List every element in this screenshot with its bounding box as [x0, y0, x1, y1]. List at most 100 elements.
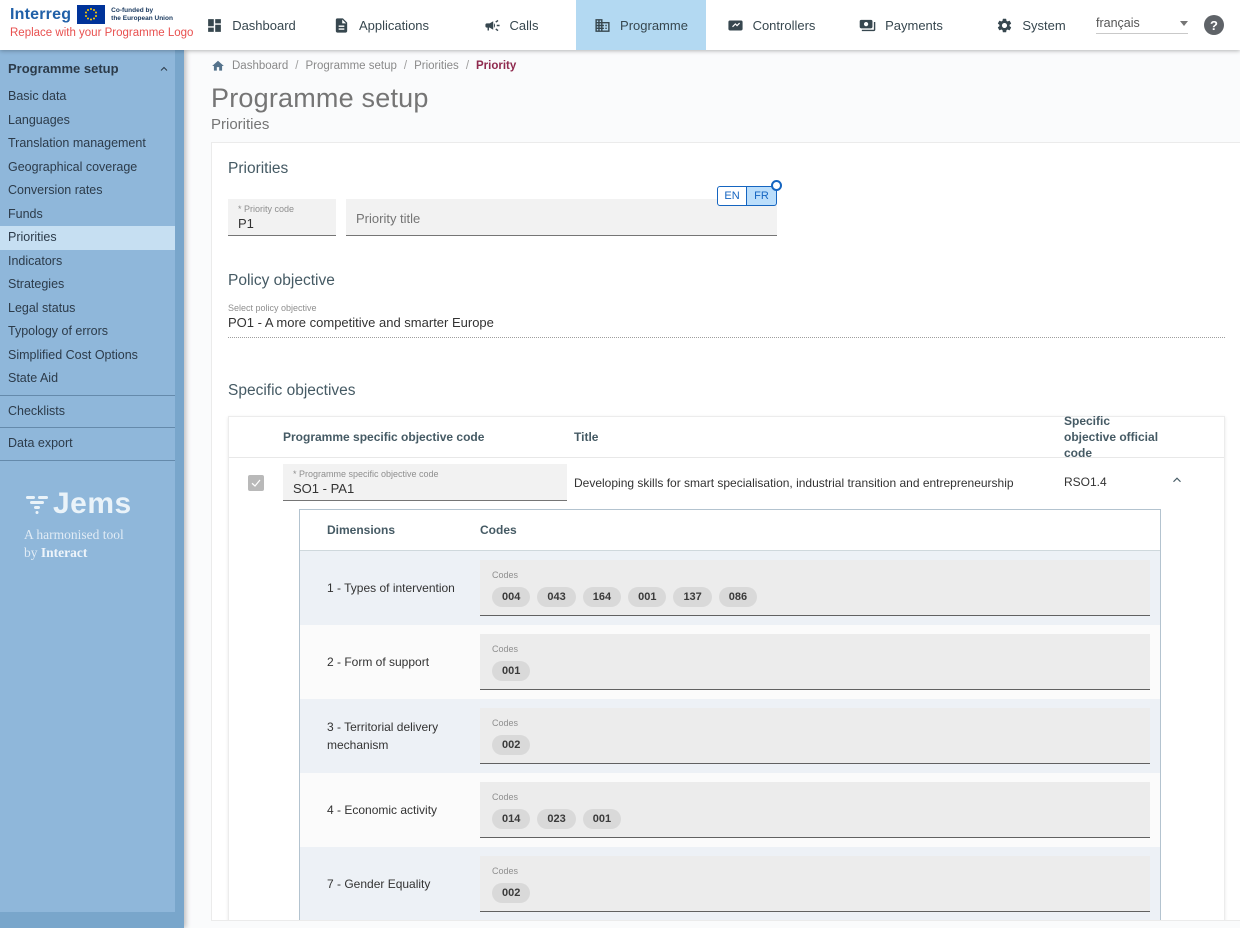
- programme-icon: [594, 17, 611, 34]
- sidebar-item-state-aid[interactable]: State Aid: [0, 367, 175, 391]
- nav-applications[interactable]: Applications: [316, 0, 446, 50]
- dimension-row-gender-equality: 7 - Gender Equality Codes 002: [300, 847, 1160, 921]
- sidebar-item-funds[interactable]: Funds: [0, 203, 175, 227]
- jems-logo: Jems A harmonised tool by Interact: [0, 487, 184, 564]
- codes-field: Codes 004 043 164 001 137 086: [480, 560, 1150, 616]
- toggle-en-button[interactable]: EN: [717, 186, 747, 206]
- page-subtitle: Priorities: [211, 116, 1240, 133]
- programme-logo: Interreg Co-funded by the European Union…: [0, 0, 186, 50]
- codes-field: Codes 014 023 001: [480, 782, 1150, 838]
- nav-controllers[interactable]: Controllers: [706, 0, 836, 50]
- policy-objective-label: Select policy objective: [228, 303, 1225, 313]
- jems-funnel-icon: [24, 491, 50, 517]
- sidebar-item-conversion-rates[interactable]: Conversion rates: [0, 179, 175, 203]
- sidebar-item-data-export[interactable]: Data export: [0, 427, 175, 461]
- objective-code-label: * Programme specific objective code: [293, 469, 557, 479]
- jems-tagline: A harmonised tool by Interact: [24, 526, 184, 564]
- code-chip: 023: [537, 809, 575, 829]
- specific-objectives-table-header: Programme specific objective code Title …: [229, 417, 1224, 458]
- nav-dashboard[interactable]: Dashboard: [186, 0, 316, 50]
- col-specific-objective-official-code: Specific objective official code: [1064, 413, 1164, 462]
- sidebar-item-checklists[interactable]: Checklists: [0, 395, 175, 424]
- nav-payments[interactable]: Payments: [836, 0, 966, 50]
- priority-form-card: Priorities EN FR * Priority code Policy …: [211, 142, 1240, 921]
- chevron-down-icon: [1180, 21, 1188, 26]
- controllers-icon: [727, 17, 744, 34]
- codes-field: Codes 001: [480, 634, 1150, 690]
- nav-calls[interactable]: Calls: [446, 0, 576, 50]
- objective-checkbox: [248, 475, 264, 491]
- sidebar-item-strategies[interactable]: Strategies: [0, 273, 175, 297]
- codes-field: Codes 002: [480, 708, 1150, 764]
- help-icon[interactable]: ?: [1204, 15, 1224, 35]
- cofunded-label: Co-funded by the European Union: [111, 7, 173, 23]
- breadcrumb-priorities[interactable]: Priorities: [414, 60, 459, 72]
- help-area: ?: [1188, 0, 1240, 50]
- dimension-row-territorial-delivery-mechanism: 3 - Territorial delivery mechanism Codes…: [300, 699, 1160, 773]
- col-codes: Codes: [480, 523, 1160, 537]
- home-icon[interactable]: [211, 59, 225, 73]
- sidebar-item-languages[interactable]: Languages: [0, 109, 175, 133]
- sidebar-item-basic-data[interactable]: Basic data: [0, 85, 175, 109]
- collapse-row-button[interactable]: [1164, 473, 1224, 492]
- sidebar-section-programme-setup[interactable]: Programme setup: [0, 50, 184, 85]
- specific-objectives-heading: Specific objectives: [228, 382, 1224, 400]
- nav-system[interactable]: System: [966, 0, 1096, 50]
- jems-wordmark: Jems: [53, 487, 132, 521]
- objective-official-code: RSO1.4: [1064, 474, 1164, 490]
- priority-title-field[interactable]: [346, 199, 777, 236]
- sidebar-horizontal-scrollbar[interactable]: [0, 912, 175, 928]
- sidebar-item-typology-of-errors[interactable]: Typology of errors: [0, 320, 175, 344]
- breadcrumb-dashboard[interactable]: Dashboard: [232, 60, 288, 72]
- code-chip: 043: [537, 587, 575, 607]
- dimension-row-types-of-intervention: 1 - Types of intervention Codes 004 043 …: [300, 551, 1160, 625]
- objective-code-field[interactable]: * Programme specific objective code: [283, 464, 567, 501]
- specific-objectives-table: Programme specific objective code Title …: [228, 416, 1225, 921]
- dimension-row-economic-activity: 4 - Economic activity Codes 014 023 001: [300, 773, 1160, 847]
- language-value: français: [1096, 16, 1140, 30]
- col-programme-specific-objective-code: Programme specific objective code: [283, 430, 574, 444]
- col-dimensions: Dimensions: [300, 523, 480, 537]
- sidebar-item-legal-status[interactable]: Legal status: [0, 297, 175, 321]
- chevron-up-icon: [1170, 473, 1184, 487]
- objective-code-input[interactable]: [293, 481, 557, 496]
- code-chip: 164: [583, 587, 621, 607]
- sidebar-item-geographical-coverage[interactable]: Geographical coverage: [0, 156, 175, 180]
- sidebar-item-priorities[interactable]: Priorities: [0, 226, 175, 250]
- main-nav: Dashboard Applications Calls Programme C…: [186, 0, 1096, 50]
- priority-code-field[interactable]: * Priority code: [228, 199, 336, 236]
- sidebar-item-simplified-cost-options[interactable]: Simplified Cost Options: [0, 344, 175, 368]
- codes-field: Codes 002: [480, 856, 1150, 912]
- top-nav-bar: Interreg Co-funded by the European Union…: [0, 0, 1240, 50]
- calls-icon: [484, 17, 501, 34]
- policy-objective-value: PO1 - A more competitive and smarter Eur…: [228, 315, 1225, 330]
- code-chip: 086: [719, 587, 757, 607]
- dimensions-table: Dimensions Codes 1 - Types of interventi…: [299, 509, 1161, 921]
- dashboard-icon: [206, 17, 223, 34]
- priority-code-label: * Priority code: [238, 204, 326, 214]
- sidebar: Programme setup Basic data Languages Tra…: [0, 50, 184, 928]
- priority-title-input[interactable]: [356, 211, 767, 226]
- nav-programme[interactable]: Programme: [576, 0, 706, 50]
- objective-title: Developing skills for smart specialisati…: [574, 476, 1064, 490]
- payments-icon: [859, 17, 876, 34]
- breadcrumb-programme-setup[interactable]: Programme setup: [305, 60, 396, 72]
- code-chip: 001: [583, 809, 621, 829]
- toggle-fr-button[interactable]: FR: [747, 186, 777, 206]
- specific-objective-row: * Programme specific objective code Deve…: [229, 458, 1224, 509]
- priority-code-input[interactable]: [238, 216, 326, 231]
- sidebar-item-translation-management[interactable]: Translation management: [0, 132, 175, 156]
- sidebar-scrollbar[interactable]: [175, 50, 184, 928]
- check-icon: [250, 477, 262, 489]
- policy-objective-select: Select policy objective PO1 - A more com…: [228, 303, 1225, 338]
- code-chip: 014: [492, 809, 530, 829]
- code-chip: 004: [492, 587, 530, 607]
- language-select[interactable]: français: [1096, 16, 1188, 34]
- col-title: Title: [574, 430, 1064, 444]
- system-gear-icon: [996, 17, 1013, 34]
- eu-flag-icon: [77, 5, 105, 24]
- main-content: Dashboard / Programme setup / Priorities…: [184, 50, 1240, 928]
- interreg-logo: Interreg: [10, 6, 71, 24]
- code-chip: 137: [673, 587, 711, 607]
- sidebar-item-indicators[interactable]: Indicators: [0, 250, 175, 274]
